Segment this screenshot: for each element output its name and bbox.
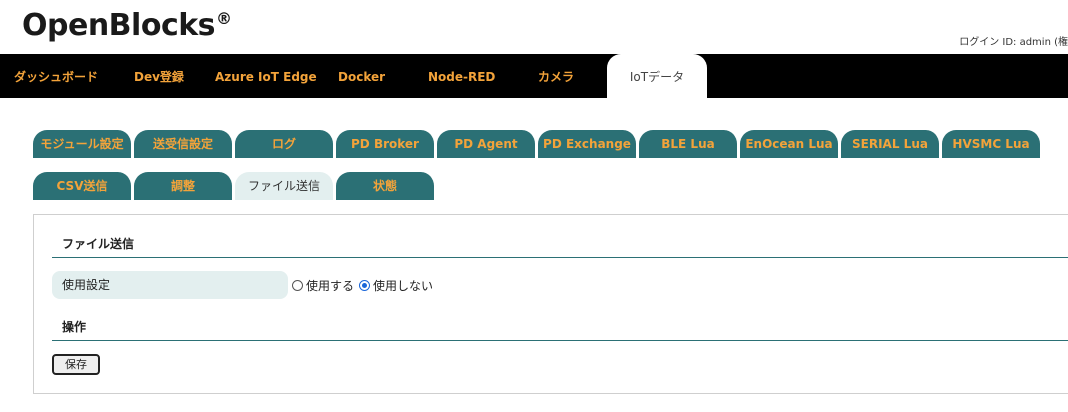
tab-csv-send[interactable]: CSV送信 bbox=[33, 172, 132, 200]
tab-module-settings[interactable]: モジュール設定 bbox=[33, 130, 132, 158]
tab-send-receive-settings[interactable]: 送受信設定 bbox=[134, 130, 233, 158]
tab-adjust[interactable]: 調整 bbox=[134, 172, 233, 200]
nav-iot-data[interactable]: IoTデータ bbox=[607, 54, 707, 98]
nav-azure-iot-edge[interactable]: Azure IoT Edge bbox=[215, 54, 317, 98]
tab-hvsmc-lua[interactable]: HVSMC Lua bbox=[942, 130, 1041, 158]
tab-pd-exchange[interactable]: PD Exchange bbox=[538, 130, 637, 158]
app-logo: OpenBlocks® bbox=[22, 8, 232, 43]
tab-ble-lua[interactable]: BLE Lua bbox=[639, 130, 738, 158]
radio-no-use-label: 使用しない bbox=[373, 279, 434, 293]
save-button[interactable]: 保存 bbox=[52, 354, 100, 375]
registered-mark: ® bbox=[216, 9, 232, 28]
section-title-file-send: ファイル送信 bbox=[52, 231, 1068, 258]
radio-use[interactable] bbox=[292, 280, 303, 291]
tab-file-send[interactable]: ファイル送信 bbox=[235, 172, 334, 200]
nav-camera[interactable]: カメラ bbox=[538, 54, 574, 98]
tab-serial-lua[interactable]: SERIAL Lua bbox=[841, 130, 940, 158]
login-id: ログイン ID: admin (権 bbox=[959, 37, 1068, 48]
tab-pd-broker[interactable]: PD Broker bbox=[336, 130, 435, 158]
file-send-panel: ファイル送信 使用設定 使用する 使用しない 操作 保存 bbox=[33, 214, 1068, 394]
section-title-operation: 操作 bbox=[52, 314, 1068, 341]
tab-log[interactable]: ログ bbox=[235, 130, 334, 158]
tab-enocean-lua[interactable]: EnOcean Lua bbox=[740, 130, 839, 158]
nav-dashboard[interactable]: ダッシュボード bbox=[14, 54, 98, 98]
usage-setting-label: 使用設定 bbox=[52, 271, 288, 299]
tab-pd-agent[interactable]: PD Agent bbox=[437, 130, 536, 158]
nav-docker[interactable]: Docker bbox=[338, 54, 385, 98]
main-nav: ダッシュボード Dev登録 Azure IoT Edge Docker Node… bbox=[0, 54, 1068, 98]
radio-no-use[interactable] bbox=[359, 280, 371, 291]
nav-dev-register[interactable]: Dev登録 bbox=[134, 54, 184, 98]
tab-status[interactable]: 状態 bbox=[336, 172, 435, 200]
radio-use-label: 使用する bbox=[306, 279, 355, 293]
usage-radio-group: 使用する 使用しない bbox=[292, 277, 433, 294]
logo-text: OpenBlocks bbox=[22, 8, 216, 43]
nav-node-red[interactable]: Node-RED bbox=[428, 54, 495, 98]
